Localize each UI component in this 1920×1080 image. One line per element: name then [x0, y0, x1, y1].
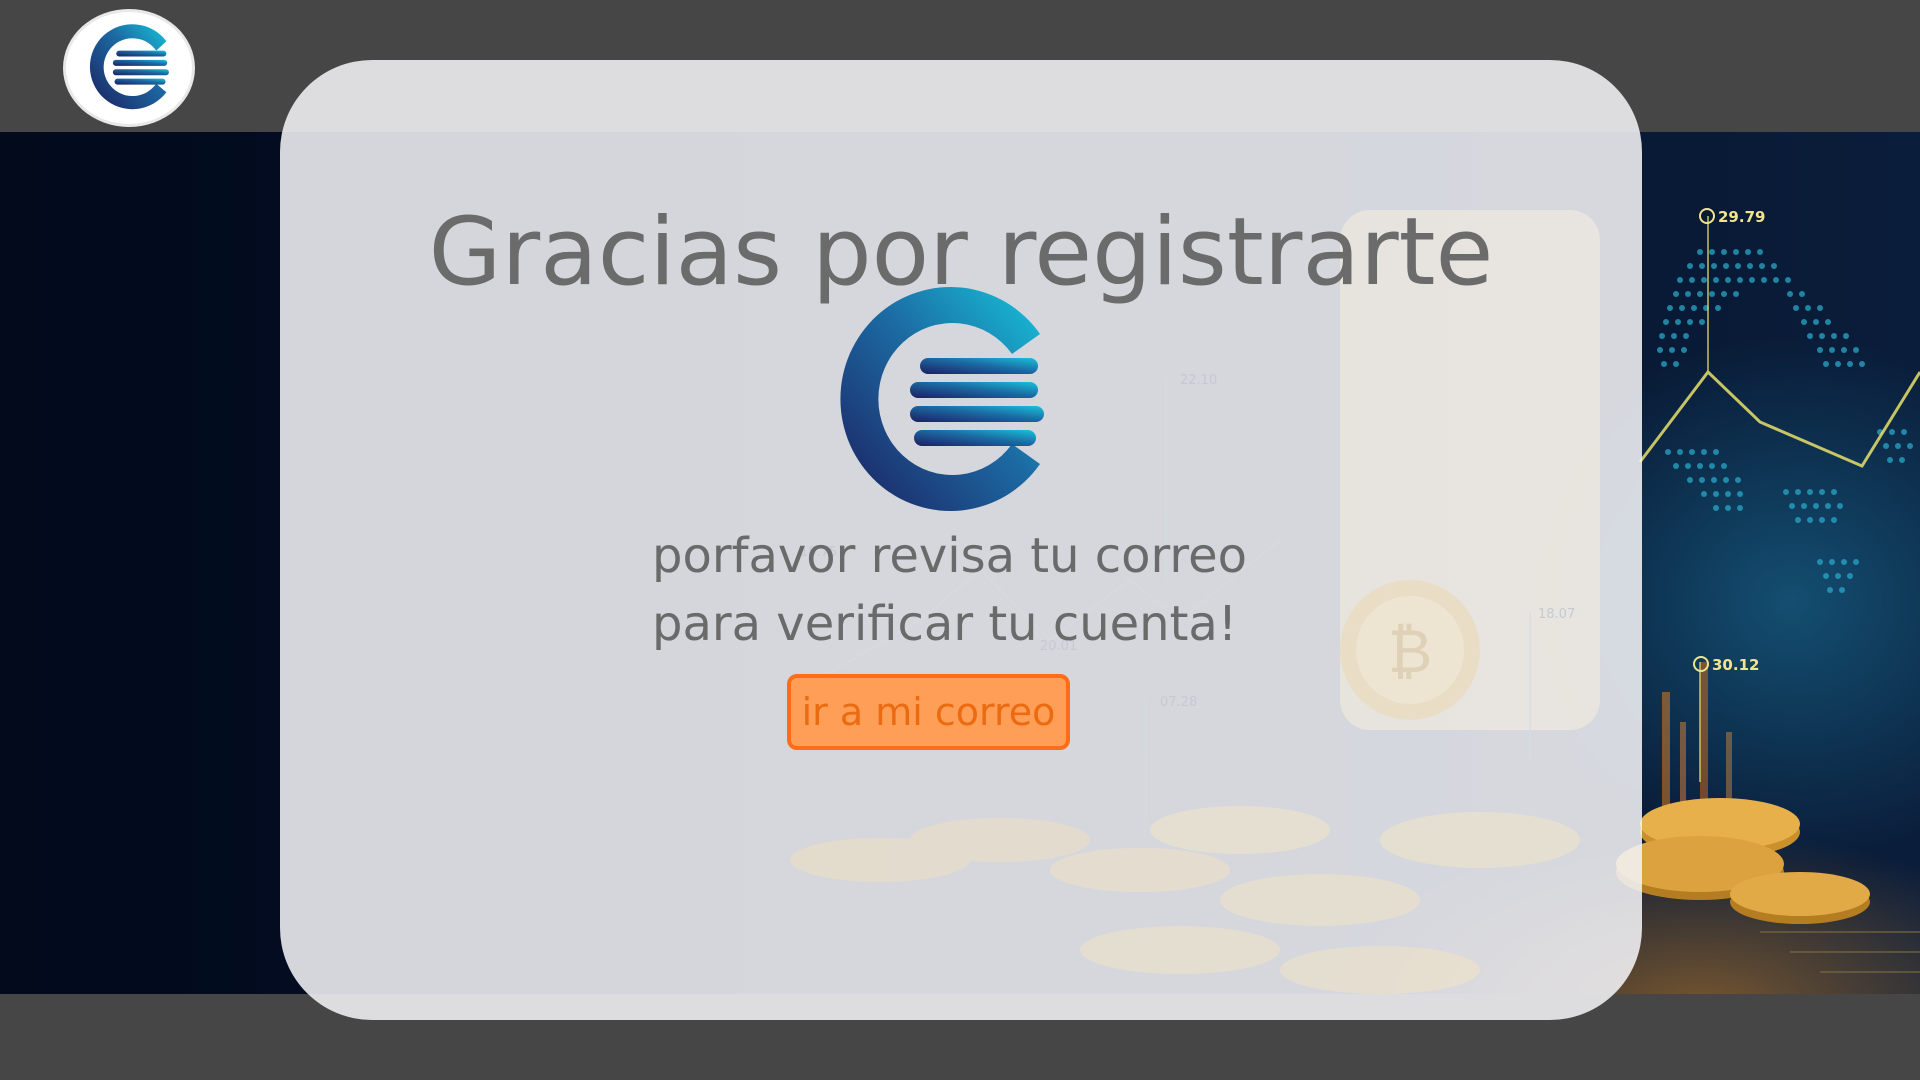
header-logo[interactable]: [66, 12, 192, 124]
open-email-button[interactable]: ir a mi correo: [787, 674, 1070, 750]
price-tag-1: 22.10: [1180, 373, 1217, 388]
price-chart-icon: [1638, 216, 1920, 852]
brand-c-logo-icon: [89, 24, 169, 110]
confirmation-card: ₿ 22.10 18.75 18.07 07.28 20.01 Gracias …: [280, 60, 1642, 1020]
world-map-icon: [1657, 249, 1913, 593]
verification-message: porfavor revisa tu correo para verificar…: [652, 522, 1352, 658]
bitcoin-coins-icon: [1616, 798, 1870, 924]
price-tag-5: 07.28: [1160, 695, 1197, 710]
brand-c-logo-icon: [840, 287, 1044, 511]
svg-text:₿: ₿: [1388, 617, 1432, 687]
message-line-2: para verificar tu cuenta!: [652, 596, 1238, 652]
price-tag-0: 29.79: [1718, 208, 1765, 226]
price-tag-3: 18.07: [1538, 607, 1575, 622]
price-tag-4: 30.12: [1712, 656, 1759, 674]
message-line-1: porfavor revisa tu correo: [652, 528, 1248, 584]
